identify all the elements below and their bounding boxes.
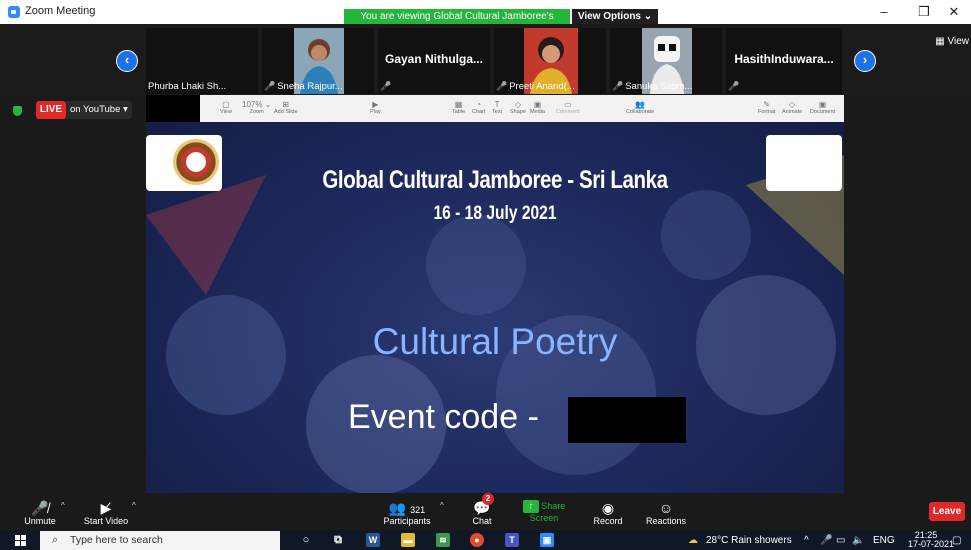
- mic-muted-icon: 🎤̸: [31, 500, 49, 516]
- video-tile[interactable]: HasithInduwara... 🎤: [726, 28, 844, 94]
- toolbar-shape[interactable]: ◇ Shape: [510, 100, 526, 115]
- prev-page-button[interactable]: ‹: [116, 50, 138, 72]
- notification-icon[interactable]: ▢: [952, 535, 961, 546]
- network-icon[interactable]: ▭: [836, 535, 845, 546]
- restore-icon[interactable]: ❐: [910, 3, 938, 21]
- leave-button[interactable]: Leave: [929, 502, 965, 521]
- video-tile[interactable]: Phurba Lhaki Sh...: [146, 28, 260, 94]
- toolbar-document[interactable]: ▣ Document: [810, 100, 835, 115]
- toolbar-zoom[interactable]: 107% ⌄ Zoom: [242, 100, 271, 115]
- toolbar-add-slide[interactable]: ⊞ Add Slide: [274, 100, 298, 115]
- mic-muted-icon: 🎤: [264, 81, 276, 91]
- reactions-button[interactable]: ☺ Reactions: [644, 500, 688, 526]
- window-title: Zoom Meeting: [25, 5, 96, 17]
- chat-unread-badge: 2: [482, 493, 494, 505]
- windows-start-icon[interactable]: [15, 535, 26, 546]
- participant-name: Gayan Nithulga...: [384, 52, 483, 66]
- toolbar-media[interactable]: ▣ Media: [530, 100, 545, 115]
- participants-button[interactable]: 👥 321 Participants: [380, 500, 434, 526]
- toolbar-collaborate[interactable]: 👥 Collaborate: [626, 100, 654, 115]
- close-icon[interactable]: ✕: [940, 3, 968, 21]
- share-screen-button[interactable]: ↑ Share Screen: [516, 500, 572, 523]
- view-options-button[interactable]: View Options ⌄: [572, 9, 658, 24]
- volume-icon[interactable]: 🔈: [852, 535, 864, 546]
- slide-event-code-label: Event code -: [348, 398, 539, 436]
- record-icon: ◉: [601, 500, 615, 516]
- redacted-code: [568, 397, 686, 443]
- toolbar-comment[interactable]: ▭ Comment: [556, 100, 580, 115]
- participant-name: 🎤 Preeti Anand(...: [496, 81, 575, 92]
- reactions-icon: ☺: [658, 500, 674, 516]
- shared-screen: ▢ View 107% ⌄ Zoom ⊞ Add Slide ▶ Play ▦ Table…: [146, 95, 844, 493]
- mic-muted-icon: 🎤: [612, 81, 624, 91]
- video-off-icon: ▶̸: [100, 500, 112, 516]
- video-options-caret[interactable]: ^: [132, 501, 136, 510]
- record-button[interactable]: ◉ Record: [590, 500, 626, 526]
- audio-options-caret[interactable]: ^: [61, 501, 65, 510]
- toolbar-animate[interactable]: ◇ Animate: [782, 100, 802, 115]
- next-page-button[interactable]: ›: [854, 50, 876, 72]
- live-platform-dropdown[interactable]: on YouTube ▾: [66, 101, 132, 119]
- word-icon[interactable]: W: [366, 533, 380, 547]
- weather-text[interactable]: 28°C Rain showers: [706, 535, 792, 546]
- video-tile[interactable]: 🎤 Sneha Rajpur...: [262, 28, 376, 94]
- unmute-button[interactable]: 🎤̸ Unmute: [22, 500, 58, 526]
- presentation-toolbar: ▢ View 107% ⌄ Zoom ⊞ Add Slide ▶ Play ▦ Table…: [146, 95, 844, 122]
- toolbar-format[interactable]: ✎ Format: [758, 100, 775, 115]
- cortana-icon[interactable]: ○: [299, 533, 313, 547]
- chat-icon: 💬: [473, 500, 491, 516]
- live-badge[interactable]: LIVE: [36, 101, 66, 119]
- slide-dates: 16 - 18 July 2021: [433, 203, 557, 224]
- slide-title: Global Cultural Jamboree - Sri Lanka: [322, 166, 668, 194]
- chrome-icon[interactable]: ●: [470, 533, 484, 547]
- zoom-taskbar-icon[interactable]: ▣: [540, 533, 554, 547]
- toolbar-play[interactable]: ▶ Play: [370, 100, 381, 115]
- video-tile[interactable]: 🎤 Preeti Anand(...: [494, 28, 608, 94]
- participants-icon: 👥 321: [388, 500, 426, 516]
- toolbar-table[interactable]: ▦ Table: [452, 100, 465, 115]
- chat-button[interactable]: 💬 Chat: [466, 500, 498, 526]
- tray-mic-icon[interactable]: 🎤: [820, 535, 832, 546]
- app-icon[interactable]: ≋: [436, 533, 450, 547]
- mic-muted-icon: 🎤: [380, 81, 392, 91]
- security-shield-icon: [13, 106, 22, 116]
- participants-options-caret[interactable]: ^: [440, 501, 444, 510]
- share-screen-icon: ↑: [522, 500, 539, 513]
- video-tile[interactable]: Gayan Nithulga... 🎤: [378, 28, 492, 94]
- view-button[interactable]: ▦ View: [935, 36, 969, 47]
- viewing-banner: You are viewing Global Cultural Jamboree…: [344, 9, 570, 37]
- start-video-button[interactable]: ▶̸ Start Video: [80, 500, 132, 526]
- toolbar-view[interactable]: ▢ View: [220, 100, 232, 115]
- participant-name: 🎤 Sneha Rajpur...: [264, 81, 343, 92]
- language-indicator[interactable]: ENG: [873, 535, 895, 546]
- mic-muted-icon: 🎤: [728, 81, 740, 91]
- task-view-icon[interactable]: ⧉: [331, 533, 345, 547]
- search-icon: ⌕: [52, 534, 59, 546]
- tray-overflow-icon[interactable]: ^: [804, 535, 809, 546]
- toolbar-chart[interactable]: ◔ Chart: [472, 100, 485, 115]
- weather-icon: ☁: [688, 535, 698, 546]
- teams-icon[interactable]: T: [505, 533, 519, 547]
- slide-event-name: Cultural Poetry: [372, 321, 618, 362]
- video-tile[interactable]: 🎤 Sanuka Sasm...: [610, 28, 724, 94]
- zoom-app-icon: [8, 6, 20, 18]
- redacted-block: [146, 95, 200, 122]
- taskbar-search-input[interactable]: ⌕ Type here to search: [40, 531, 280, 550]
- participant-name: 🎤 Sanuka Sasm...: [612, 81, 693, 92]
- minimize-icon[interactable]: –: [870, 3, 898, 21]
- toolbar-text[interactable]: T Text: [492, 100, 502, 115]
- file-explorer-icon[interactable]: ▬: [401, 533, 415, 547]
- participant-name: HasithInduwara...: [734, 52, 834, 66]
- mic-muted-icon: 🎤: [496, 81, 508, 91]
- taskbar-clock[interactable]: 21:25 17-07-2021: [908, 531, 954, 549]
- participant-name: Phurba Lhaki Sh...: [148, 81, 227, 92]
